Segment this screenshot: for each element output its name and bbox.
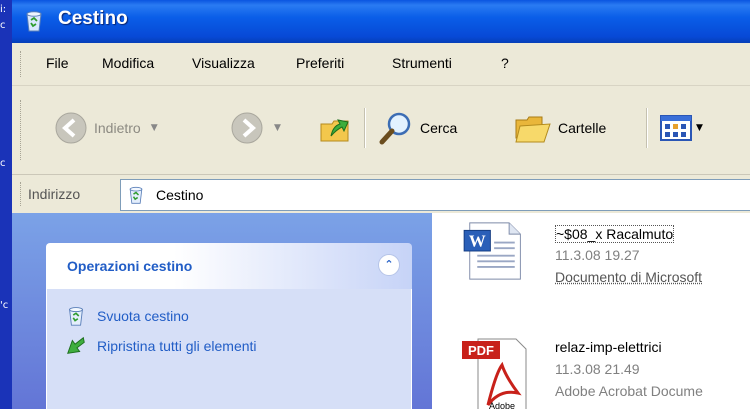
restore-arrow-icon — [67, 336, 85, 354]
word-document-icon: W — [463, 222, 521, 280]
menu-visualizza[interactable]: Visualizza — [192, 55, 255, 71]
address-grip[interactable] — [20, 182, 24, 206]
task-box: Operazioni cestino ⌃ Svuota cestino Ripr… — [46, 243, 412, 409]
folders-button[interactable]: Cartelle — [514, 104, 606, 152]
file-item[interactable]: PDF Adobe relaz-imp-elettrici 11.3.08 21… — [448, 333, 750, 409]
views-icon — [660, 115, 692, 141]
address-field[interactable]: Cestino — [120, 179, 750, 211]
menu-bar: File Modifica Visualizza Preferiti Strum… — [12, 43, 750, 86]
folders-icon — [515, 116, 551, 143]
recycle-bin-icon — [129, 186, 143, 204]
svg-text:PDF: PDF — [468, 343, 494, 358]
empty-recycle-bin-label: Svuota cestino — [97, 308, 189, 324]
toolbar-grip[interactable] — [20, 100, 24, 160]
file-name: ~$08_x Racalmuto — [555, 225, 675, 243]
file-item[interactable]: W ~$08_x Racalmuto 11.3.08 19.27 Documen… — [448, 221, 750, 311]
toolbar-separator — [646, 108, 648, 148]
toolbar-separator — [364, 108, 366, 148]
file-date: 11.3.08 19.27 — [555, 247, 640, 263]
views-dropdown-icon[interactable]: ▼ — [696, 123, 703, 133]
toolbar: Indietro ▼ ▼ Cerca Cartelle ▼ — [12, 86, 750, 175]
up-folder-button[interactable] — [318, 104, 354, 152]
collapse-chevron-icon[interactable]: ⌃ — [378, 254, 400, 276]
menu-preferiti[interactable]: Preferiti — [296, 55, 344, 71]
file-date: 11.3.08 21.49 — [555, 361, 640, 377]
desktop-edge: i: c c 'c — [0, 0, 12, 409]
folder-up-icon — [320, 119, 349, 142]
back-dropdown-icon[interactable]: ▼ — [151, 123, 158, 133]
forward-dropdown-icon[interactable]: ▼ — [274, 123, 281, 133]
menu-grip[interactable] — [20, 51, 24, 77]
address-label: Indirizzo — [28, 186, 81, 202]
svg-text:W: W — [469, 231, 486, 250]
empty-recycle-bin-link[interactable]: Svuota cestino — [65, 305, 189, 327]
back-arrow-icon — [55, 112, 87, 144]
task-box-title: Operazioni cestino — [67, 258, 193, 274]
file-name: relaz-imp-elettrici — [555, 339, 662, 355]
task-box-header[interactable]: Operazioni cestino ⌃ — [46, 243, 412, 289]
restore-all-link[interactable]: Ripristina tutti gli elementi — [65, 335, 257, 357]
window-title: Cestino — [58, 8, 128, 29]
menu-help[interactable]: ? — [501, 55, 509, 71]
task-pane: Operazioni cestino ⌃ Svuota cestino Ripr… — [12, 213, 432, 409]
forward-arrow-icon — [231, 112, 263, 144]
back-label: Indietro — [94, 120, 141, 136]
explorer-window: Cestino File Modifica Visualizza Preferi… — [12, 0, 750, 409]
task-box-body: Svuota cestino Ripristina tutti gli elem… — [46, 289, 412, 409]
svg-text:Adobe: Adobe — [489, 401, 515, 409]
file-type: Documento di Microsoft — [555, 269, 703, 285]
recycle-bin-icon — [69, 307, 83, 326]
back-button[interactable]: Indietro ▼ — [54, 104, 158, 152]
pdf-document-icon: PDF Adobe — [462, 338, 527, 409]
forward-button[interactable]: ▼ — [230, 104, 281, 152]
menu-strumenti[interactable]: Strumenti — [392, 55, 452, 71]
file-type: Adobe Acrobat Docume — [555, 383, 703, 399]
menu-file[interactable]: File — [46, 55, 69, 71]
folders-label: Cartelle — [558, 120, 607, 136]
search-icon — [379, 112, 411, 145]
address-bar: Indirizzo Cestino — [12, 176, 750, 212]
address-value: Cestino — [156, 187, 204, 203]
restore-all-label: Ripristina tutti gli elementi — [97, 338, 257, 354]
search-label: Cerca — [420, 120, 458, 136]
menu-modifica[interactable]: Modifica — [102, 55, 154, 71]
search-button[interactable]: Cerca — [378, 104, 457, 152]
views-button[interactable]: ▼ — [660, 104, 703, 152]
title-bar[interactable]: Cestino — [12, 0, 750, 43]
recycle-bin-icon — [26, 11, 42, 32]
content-area: Operazioni cestino ⌃ Svuota cestino Ripr… — [12, 213, 750, 409]
